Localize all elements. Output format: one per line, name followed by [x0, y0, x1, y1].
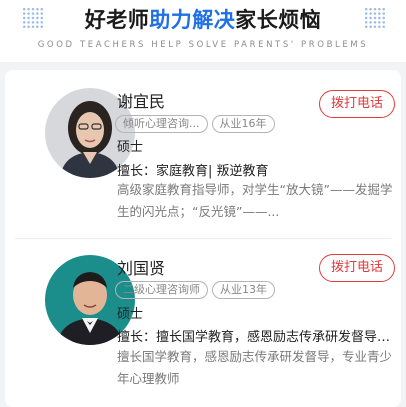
teacher-degree: 硕士 [117, 307, 144, 322]
page-subtitle: GOOD TEACHERS HELP SOLVE PARENTS' PROBLE… [37, 40, 369, 50]
teacher-description: 擅长国学教育，感恩励志传承研发督导，专业青少年心理教师 [117, 349, 393, 386]
teacher-item[interactable]: 刘国贤 二级心理咨询师 从业13年 硕士 擅长：擅长国学教育，感恩励志传承研发督… [5, 239, 401, 407]
experience-tag: 从业16年 [211, 115, 275, 133]
experience-tag: 从业13年 [212, 281, 275, 299]
teacher-name: 谢宜民 [117, 92, 166, 111]
decorative-dots-right [364, 7, 386, 29]
teacher-tags: 二级心理咨询师 从业13年 [115, 281, 275, 299]
call-button[interactable]: 拨打电话 [319, 90, 395, 118]
teacher-list-card: 谢宜民 倾听心理咨询... 从业16年 硕士 擅长：家庭教育| 叛逆教育 高级家… [5, 70, 401, 407]
title-highlight: 助力解决 [149, 8, 236, 32]
teacher-degree: 硕士 [117, 140, 144, 155]
teacher-tags: 倾听心理咨询... 从业16年 [115, 115, 275, 133]
qualification-tag: 倾听心理咨询... [115, 115, 208, 133]
teacher-skill: 擅长：擅长国学教育，感恩励志传承研发督导，专业青少年心理教师 [117, 330, 393, 345]
call-button[interactable]: 拨打电话 [319, 254, 395, 282]
qualification-tag: 二级心理咨询师 [115, 281, 208, 299]
title-part1: 好老师 [84, 8, 150, 32]
title-part2: 家长烦恼 [235, 8, 322, 32]
teacher-item[interactable]: 谢宜民 倾听心理咨询... 从业16年 硕士 擅长：家庭教育| 叛逆教育 高级家… [5, 70, 401, 238]
teacher-description: 高级家庭教育指导师，对学生“放大镜”——发掘学生的闪光点；“反光镜”——... [117, 182, 393, 219]
teacher-name: 刘国贤 [117, 259, 166, 278]
page-title: 好老师助力解决家长烦恼 [0, 4, 406, 34]
teacher-skill: 擅长：家庭教育| 叛逆教育 [117, 164, 269, 179]
page-header: 好老师助力解决家长烦恼 GOOD TEACHERS HELP SOLVE PAR… [0, 0, 406, 62]
